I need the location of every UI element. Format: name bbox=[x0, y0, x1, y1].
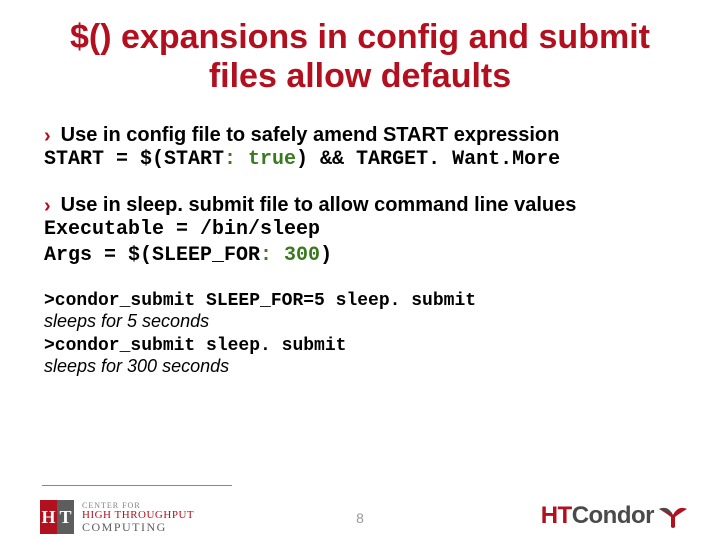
code-pre: Args = $(SLEEP_FOR bbox=[44, 244, 260, 267]
slide: $() expansions in config and submit file… bbox=[0, 0, 720, 540]
block-submit: › Use in sleep. submit file to allow com… bbox=[42, 194, 678, 269]
code-highlight: : 300 bbox=[260, 244, 320, 267]
htcondor-wordmark: HTCondor bbox=[541, 502, 654, 530]
code-submit-line1: Executable = /bin/sleep bbox=[42, 217, 678, 243]
terminal-cmd-2: >condor_submit sleep. submit bbox=[42, 336, 678, 356]
code-highlight: : true bbox=[224, 148, 296, 171]
divider bbox=[42, 485, 232, 486]
chevron-icon: › bbox=[44, 196, 51, 216]
wordmark-ht: HT bbox=[541, 502, 572, 529]
code-config: START = $(START: true) && TARGET. Want.M… bbox=[42, 147, 678, 172]
footer: 8 H T CENTER FOR HIGH THROUGHPUT COMPUTI… bbox=[0, 470, 720, 540]
letter-t-icon: T bbox=[57, 500, 74, 534]
result-note-1: sleeps for 5 seconds bbox=[42, 311, 678, 332]
condor-bird-icon bbox=[658, 503, 688, 529]
htcondor-logo: HTCondor bbox=[541, 502, 688, 530]
chevron-icon: › bbox=[44, 126, 51, 146]
bullet-row: › Use in config file to safely amend STA… bbox=[42, 124, 678, 147]
block-examples: >condor_submit SLEEP_FOR=5 sleep. submit… bbox=[42, 291, 678, 377]
result-note-2: sleeps for 300 seconds bbox=[42, 356, 678, 377]
logo-line3: COMPUTING bbox=[82, 521, 194, 533]
code-post: ) bbox=[320, 244, 332, 267]
bullet-text-config: Use in config file to safely amend START… bbox=[61, 124, 560, 147]
letter-h-icon: H bbox=[40, 500, 57, 534]
terminal-cmd-1: >condor_submit SLEEP_FOR=5 sleep. submit bbox=[42, 291, 678, 311]
code-post: ) && TARGET. Want.More bbox=[296, 148, 560, 171]
htc-text: CENTER FOR HIGH THROUGHPUT COMPUTING bbox=[82, 502, 194, 533]
bullet-row: › Use in sleep. submit file to allow com… bbox=[42, 194, 678, 217]
block-config: › Use in config file to safely amend STA… bbox=[42, 124, 678, 172]
htc-computing-logo: H T CENTER FOR HIGH THROUGHPUT COMPUTING bbox=[40, 500, 194, 534]
logo-line2: HIGH THROUGHPUT bbox=[82, 510, 194, 521]
code-submit-line2: Args = $(SLEEP_FOR: 300) bbox=[42, 243, 678, 269]
bullet-text-submit: Use in sleep. submit file to allow comma… bbox=[61, 194, 577, 217]
wordmark-condor: Condor bbox=[572, 502, 654, 529]
ht-mark-icon: H T bbox=[40, 500, 74, 534]
code-pre: START = $(START bbox=[44, 148, 224, 171]
slide-title: $() expansions in config and submit file… bbox=[42, 18, 678, 96]
